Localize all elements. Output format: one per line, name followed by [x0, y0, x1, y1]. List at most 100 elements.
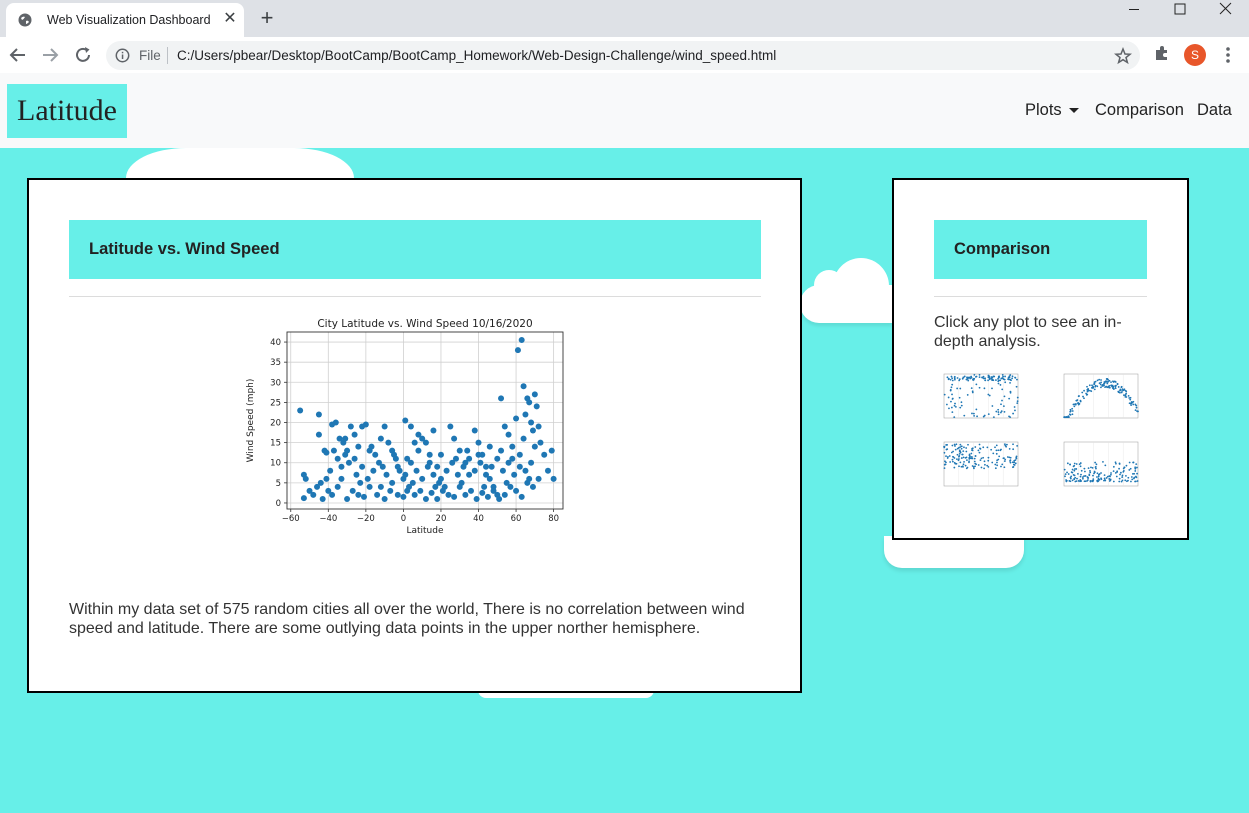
data-point	[454, 471, 461, 478]
data-point	[411, 439, 418, 446]
data-point	[302, 475, 309, 482]
thumbnail-point	[1001, 463, 1004, 466]
thumbnail-point	[1105, 477, 1108, 479]
thumbnail-point	[975, 463, 978, 466]
thumbnail-point	[1108, 480, 1111, 482]
data-point	[479, 489, 486, 496]
maximize-icon[interactable]	[1157, 0, 1203, 22]
extensions-puzzle-icon[interactable]	[1153, 44, 1171, 62]
thumbnail-point	[1124, 393, 1127, 396]
thumbnail-point	[958, 465, 960, 468]
thumbnail-point	[1108, 384, 1111, 387]
thumbnail-point	[951, 458, 954, 461]
thumbnail-point	[1119, 389, 1122, 391]
data-point	[362, 421, 369, 428]
thumbnail-point	[972, 377, 975, 380]
thumbnail-point	[1132, 461, 1134, 464]
thumbnail-point	[951, 444, 954, 447]
thumbnail-wind-speed-plot[interactable]	[1056, 436, 1142, 496]
thumbnail-point	[1116, 470, 1119, 473]
url-text[interactable]: C:/Users/pbear/Desktop/BootCamp/BootCamp…	[177, 48, 776, 63]
thumbnail-point	[959, 443, 962, 446]
wind-speed-scatter-plot[interactable]: −60 −40 −20 0 20 40 60 80 0 5 10 15 20 25 30 35 40 City L…	[241, 312, 589, 564]
thumbnail-point	[1016, 402, 1019, 405]
thumbnail-humidity-plot[interactable]	[1056, 368, 1142, 428]
thumbnail-point	[1103, 477, 1106, 480]
thumbnail-point	[1100, 379, 1102, 381]
nav-comparison-link[interactable]: Comparison	[1095, 101, 1184, 120]
thumbnail-point	[1115, 475, 1118, 478]
address-bar[interactable]: File C:/Users/pbear/Desktop/BootCamp/Boo…	[106, 41, 1140, 70]
thumbnail-point	[1083, 397, 1085, 400]
minimize-icon[interactable]	[1111, 0, 1157, 22]
kebab-menu-icon[interactable]	[1218, 45, 1238, 65]
data-point	[483, 463, 490, 470]
thumbnail-point	[1118, 462, 1121, 465]
thumbnail-point	[1088, 389, 1091, 392]
data-point	[544, 467, 551, 474]
thumbnail-point	[1009, 374, 1012, 376]
thumbnail-point	[981, 376, 984, 379]
thumbnail-point	[1098, 473, 1101, 475]
brand-logo[interactable]: Latitude	[7, 84, 127, 138]
thumbnail-point	[950, 375, 953, 378]
thumbnail-point	[1122, 467, 1125, 470]
thumbnail-point	[1073, 469, 1076, 472]
browser-tab[interactable]: Web Visualization Dashboard ✕	[6, 3, 244, 37]
thumbnail-point	[1106, 382, 1109, 385]
data-point	[385, 439, 392, 446]
data-point	[498, 447, 505, 454]
nav-plots-dropdown[interactable]: Plots	[1025, 101, 1079, 120]
thumbnail-point	[1092, 474, 1094, 477]
back-arrow-icon[interactable]	[7, 44, 29, 66]
data-point	[490, 487, 497, 494]
thumbnail-point	[1079, 465, 1082, 468]
data-point	[366, 483, 373, 490]
thumbnail-point	[951, 377, 954, 380]
thumbnail-point	[992, 416, 995, 419]
thumbnail-point	[946, 376, 949, 379]
data-point	[402, 471, 409, 478]
thumbnail-point	[956, 458, 958, 461]
thumbnail-point	[975, 383, 978, 386]
thumbnail-point	[946, 457, 949, 459]
thumbnail-point	[1079, 400, 1082, 403]
caret-down-icon	[1068, 108, 1079, 114]
thumbnail-point	[1114, 384, 1117, 387]
thumbnail-point	[990, 448, 993, 451]
thumbnail-point	[983, 460, 986, 463]
thumbnail-point	[1000, 410, 1003, 413]
thumbnail-point	[1103, 479, 1105, 482]
data-point	[477, 459, 484, 466]
thumbnail-point	[943, 451, 946, 454]
thumbnail-point	[1114, 381, 1117, 383]
thumbnail-point	[973, 373, 976, 376]
data-point	[516, 451, 523, 458]
data-point	[475, 439, 482, 446]
thumbnail-cloudiness-plot[interactable]	[936, 436, 1022, 496]
thumbnail-point	[1065, 479, 1068, 482]
thumbnail-point	[1001, 388, 1004, 391]
thumbnail-max-temp-plot[interactable]	[936, 368, 1022, 428]
thumbnail-point	[987, 374, 990, 377]
thumbnail-point	[998, 375, 1001, 378]
thumbnail-point	[1003, 460, 1006, 463]
tab-close-icon[interactable]: ✕	[220, 9, 240, 29]
thumbnail-point	[943, 393, 946, 396]
bookmark-star-icon[interactable]	[1114, 47, 1132, 65]
close-window-icon[interactable]	[1203, 0, 1249, 22]
profile-avatar[interactable]: S	[1184, 44, 1206, 66]
thumbnail-point	[970, 452, 973, 455]
forward-arrow-icon[interactable]	[39, 44, 61, 66]
x-tick-label: −40	[319, 514, 337, 524]
thumbnail-point	[987, 413, 990, 416]
info-icon[interactable]	[115, 48, 130, 63]
nav-data-link[interactable]: Data	[1197, 101, 1232, 120]
thumbnail-point	[1136, 480, 1139, 482]
thumbnail-point	[1003, 443, 1006, 446]
new-tab-icon[interactable]: +	[256, 7, 278, 30]
thumbnail-point	[1064, 475, 1066, 478]
reload-icon[interactable]	[72, 44, 94, 66]
data-point	[509, 443, 516, 450]
thumbnail-point	[954, 448, 957, 451]
